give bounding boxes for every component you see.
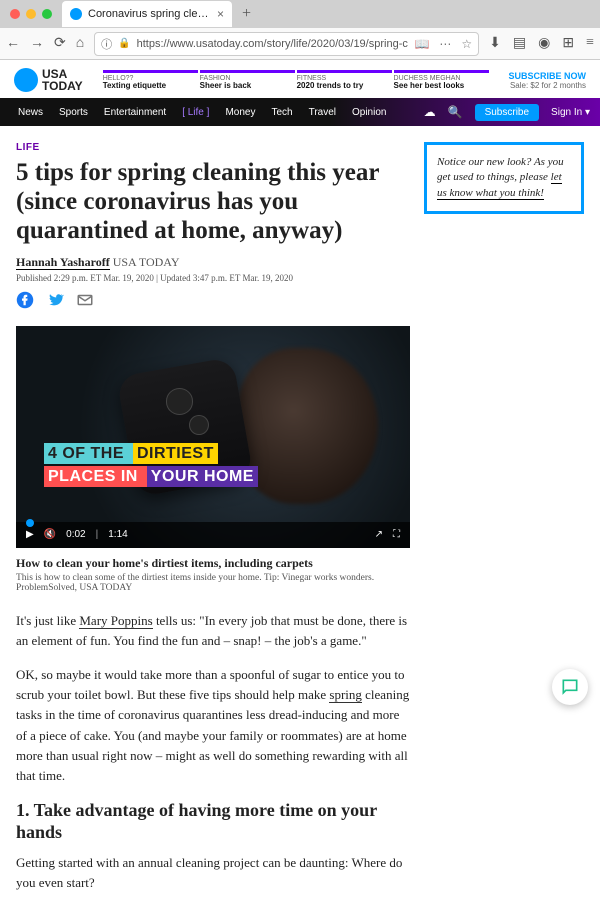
- back-button[interactable]: ←: [6, 36, 20, 52]
- downloads-icon[interactable]: ⬇: [489, 35, 501, 52]
- promo-link[interactable]: FITNESS 2020 trends to try: [297, 70, 392, 91]
- site-header: USA TODAY HELLO?? Texting etiquette FASH…: [0, 60, 600, 98]
- twitter-icon[interactable]: [46, 291, 64, 314]
- inline-link-spring[interactable]: spring: [329, 687, 362, 703]
- video-progress-handle[interactable]: [26, 519, 34, 527]
- fullscreen-icon[interactable]: ⛶: [393, 529, 400, 540]
- address-bar[interactable]: ⓘ 🔒 https://www.usatoday.com/story/life/…: [94, 32, 479, 56]
- promo-headline: Texting etiquette: [103, 82, 198, 91]
- promo-link[interactable]: DUCHESS MEGHAN See her best looks: [394, 70, 489, 91]
- video-player[interactable]: 4 OF THE DIRTIEST PLACES IN YOUR HOME ▶ …: [16, 326, 410, 548]
- byline: Hannah Yasharoff USA TODAY: [16, 255, 410, 270]
- logo-text-2: TODAY: [42, 80, 83, 92]
- window-controls: [0, 9, 62, 19]
- nav-item-news[interactable]: News: [10, 107, 51, 118]
- share-video-icon[interactable]: ↗: [375, 529, 383, 540]
- sign-in-link[interactable]: Sign In ▾: [551, 107, 590, 118]
- facebook-icon[interactable]: [16, 291, 34, 314]
- menu-icon[interactable]: ≡: [586, 35, 594, 52]
- body-paragraph: Getting started with an annual cleaning …: [16, 853, 410, 893]
- subscribe-cta: SUBSCRIBE NOW: [508, 71, 586, 81]
- promo-link[interactable]: HELLO?? Texting etiquette: [103, 70, 198, 91]
- nav-item-life[interactable]: Life: [174, 107, 217, 118]
- bookmark-icon[interactable]: ☆: [461, 37, 472, 51]
- reader-mode-icon[interactable]: 📖: [414, 37, 429, 51]
- play-icon[interactable]: ▶: [26, 529, 34, 540]
- author-link[interactable]: Hannah Yasharoff: [16, 255, 110, 270]
- body-heading: 1. Take advantage of having more time on…: [16, 800, 410, 843]
- window-zoom-button[interactable]: [42, 9, 52, 19]
- logo-icon: [14, 68, 38, 92]
- body-paragraph: OK, so maybe it would take more than a s…: [16, 665, 410, 786]
- nav-item-travel[interactable]: Travel: [301, 107, 344, 118]
- video-controls: ▶ 🔇 0:02 | 1:14 ↗ ⛶: [16, 522, 410, 548]
- shield-icon: ⓘ: [101, 36, 112, 52]
- mute-icon[interactable]: 🔇: [44, 529, 56, 540]
- email-icon[interactable]: [76, 291, 94, 314]
- subscribe-button[interactable]: Subscribe: [475, 104, 539, 121]
- promo-headline: See her best looks: [394, 82, 489, 91]
- lock-icon: 🔒: [118, 38, 130, 49]
- url-text: https://www.usatoday.com/story/life/2020…: [137, 38, 409, 50]
- promo-headline: Sheer is back: [200, 82, 295, 91]
- extension-icon[interactable]: ⊞: [562, 35, 574, 52]
- browser-toolbar: ← → ⟳ ⌂ ⓘ 🔒 https://www.usatoday.com/sto…: [0, 28, 600, 60]
- reload-button[interactable]: ⟳: [54, 35, 66, 52]
- logo[interactable]: USA TODAY: [14, 68, 83, 92]
- tab-title: Coronavirus spring cleaning: 5: [88, 8, 211, 20]
- nav-item-money[interactable]: Money: [217, 107, 263, 118]
- tab-strip: Coronavirus spring cleaning: 5 × +: [0, 0, 600, 28]
- video-subcaption: This is how to clean some of the dirties…: [16, 573, 410, 593]
- account-icon[interactable]: ◉: [538, 35, 550, 52]
- library-icon[interactable]: ▤: [513, 35, 526, 52]
- home-button[interactable]: ⌂: [76, 36, 84, 52]
- page-actions-icon[interactable]: ⋯: [439, 37, 451, 51]
- section-label[interactable]: LIFE: [16, 142, 410, 153]
- new-tab-button[interactable]: +: [232, 5, 261, 23]
- weather-icon[interactable]: ☁: [424, 105, 436, 119]
- promo-link[interactable]: FASHION Sheer is back: [200, 70, 295, 91]
- subscribe-sub: Sale: $2 for 2 months: [508, 81, 586, 90]
- forward-button[interactable]: →: [30, 36, 44, 52]
- main-nav: News Sports Entertainment Life Money Tec…: [0, 98, 600, 126]
- video-current-time: 0:02: [66, 529, 85, 540]
- video-duration: 1:14: [108, 529, 127, 540]
- nav-item-sports[interactable]: Sports: [51, 107, 96, 118]
- search-icon[interactable]: 🔍: [448, 105, 463, 119]
- video-caption: How to clean your home's dirtiest items,…: [16, 556, 410, 571]
- window-close-button[interactable]: [10, 9, 20, 19]
- browser-tab[interactable]: Coronavirus spring cleaning: 5 ×: [62, 1, 232, 27]
- nav-item-opinion[interactable]: Opinion: [344, 107, 394, 118]
- favicon-icon: [70, 8, 82, 20]
- chat-widget-button[interactable]: [552, 669, 588, 705]
- outlet: USA TODAY: [113, 255, 180, 269]
- url-actions: 📖 ⋯ ☆: [414, 37, 472, 51]
- new-look-callout: Notice our new look? As you get used to …: [424, 142, 584, 214]
- browser-chrome: Coronavirus spring cleaning: 5 × + ← → ⟳…: [0, 0, 600, 60]
- body-paragraph: It's just like Mary Poppins tells us: "I…: [16, 611, 410, 651]
- nav-item-entertainment[interactable]: Entertainment: [96, 107, 174, 118]
- window-minimize-button[interactable]: [26, 9, 36, 19]
- share-row: [16, 291, 410, 314]
- publish-date: Published 2:29 p.m. ET Mar. 19, 2020 | U…: [16, 273, 410, 283]
- tab-close-icon[interactable]: ×: [217, 7, 224, 21]
- inline-link-mary-poppins[interactable]: Mary Poppins: [79, 613, 152, 629]
- nav-item-tech[interactable]: Tech: [263, 107, 300, 118]
- subscribe-now-link[interactable]: SUBSCRIBE NOW Sale: $2 for 2 months: [508, 71, 586, 90]
- video-overlay-line2: PLACES IN YOUR HOME: [36, 464, 266, 490]
- promo-headline: 2020 trends to try: [297, 82, 392, 91]
- article-headline: 5 tips for spring cleaning this year (si…: [16, 159, 410, 245]
